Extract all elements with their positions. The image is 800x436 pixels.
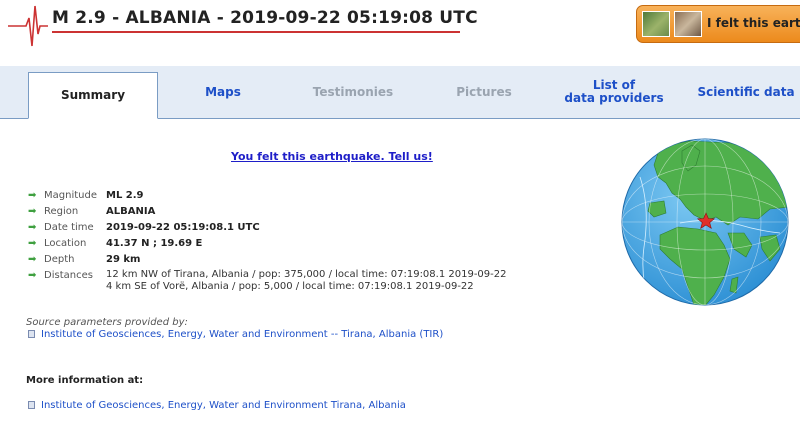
green-arrow-icon: ➡ (28, 238, 37, 249)
more-info-label: More information at: (26, 375, 144, 386)
detail-row-datetime: ➡ Date time 2019-09-22 05:19:08.1 UTC (28, 221, 507, 237)
tab-maps[interactable]: Maps (168, 66, 278, 118)
page-header: M 2.9 - ALBANIA - 2019-09-22 05:19:08 UT… (0, 0, 800, 64)
title-underline (52, 31, 460, 33)
landscape-photo-thumbnail (642, 11, 670, 37)
tab-bar: Summary Maps Testimonies Pictures List o… (0, 66, 800, 119)
detail-row-location: ➡ Location 41.37 N ; 19.69 E (28, 237, 507, 253)
distance-line: 4 km SE of Vorë, Albania / pop: 5,000 / … (106, 281, 474, 292)
building-photo-thumbnail (674, 11, 702, 37)
bullet-icon (28, 401, 35, 409)
page-title: M 2.9 - ALBANIA - 2019-09-22 05:19:08 UT… (52, 8, 478, 28)
detail-row-depth: ➡ Depth 29 km (28, 253, 507, 269)
source-provider-text: Institute of Geosciences, Energy, Water … (41, 329, 444, 340)
detail-label: Date time (44, 222, 94, 233)
tab-scientific-data[interactable]: Scientific data (688, 66, 800, 118)
green-arrow-icon: ➡ (28, 206, 37, 217)
distance-line: 12 km NW of Tirana, Albania / pop: 375,0… (106, 269, 507, 280)
tab-testimonies: Testimonies (312, 84, 394, 99)
detail-value: 2019-09-22 05:19:08.1 UTC (106, 222, 260, 233)
detail-label: Location (44, 238, 87, 249)
distances-list: 12 km NW of Tirana, Albania / pop: 375,0… (106, 269, 507, 293)
detail-value: ML 2.9 (106, 190, 144, 201)
green-arrow-icon: ➡ (28, 270, 37, 281)
green-arrow-icon: ➡ (28, 222, 37, 233)
tab-summary[interactable]: Summary (28, 72, 158, 119)
detail-row-magnitude: ➡ Magnitude ML 2.9 (28, 189, 507, 205)
tab-pictures: Pictures (456, 84, 512, 99)
i-felt-it-label: I felt this earthq (707, 16, 800, 30)
seismogram-icon (8, 5, 48, 47)
source-label: Source parameters provided by: (26, 317, 188, 328)
detail-value: 41.37 N ; 19.69 E (106, 238, 203, 249)
green-arrow-icon: ➡ (28, 254, 37, 265)
detail-row-region: ➡ Region ALBANIA (28, 205, 507, 221)
detail-value: ALBANIA (106, 206, 156, 217)
event-details: ➡ Magnitude ML 2.9 ➡ Region ALBANIA ➡ Da… (28, 189, 507, 293)
i-felt-it-button[interactable]: I felt this earthq (636, 5, 800, 43)
detail-label: Region (44, 206, 79, 217)
detail-row-distances: ➡ Distances 12 km NW of Tirana, Albania … (28, 269, 507, 293)
source-provider-link[interactable]: Institute of Geosciences, Energy, Water … (28, 329, 443, 340)
more-info-text: Institute of Geosciences, Energy, Water … (41, 400, 406, 411)
detail-label: Depth (44, 254, 75, 265)
felt-earthquake-link[interactable]: You felt this earthquake. Tell us! (231, 150, 433, 163)
green-arrow-icon: ➡ (28, 190, 37, 201)
detail-value: 29 km (106, 254, 141, 265)
tab-list-of-data-providers[interactable]: List of data providers (562, 66, 666, 118)
detail-label: Magnitude (44, 190, 97, 201)
epicenter-globe-map (621, 138, 789, 306)
more-info-link[interactable]: Institute of Geosciences, Energy, Water … (28, 400, 406, 411)
detail-label: Distances (44, 270, 93, 281)
bullet-icon (28, 330, 35, 338)
